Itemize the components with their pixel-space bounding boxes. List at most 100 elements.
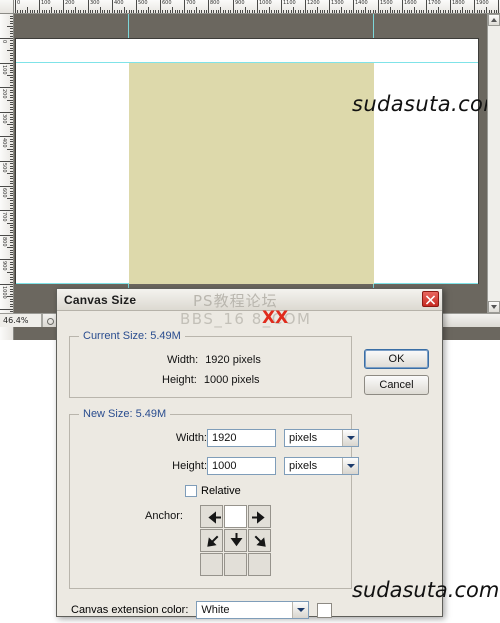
ruler-label: 1700: [428, 0, 441, 6]
ruler-tick: [10, 43, 13, 44]
ruler-tick: [206, 10, 207, 13]
ruler-tick: [10, 31, 13, 32]
anchor-middle-center[interactable]: [224, 529, 247, 552]
ruler-tick: [10, 58, 13, 59]
ruler-label: 700: [186, 0, 196, 6]
canvas-extension-color-swatch[interactable]: [317, 602, 333, 618]
ruler-tick: [278, 10, 279, 13]
ruler-tick: [109, 10, 110, 13]
ruler-label: 600: [162, 0, 172, 6]
chevron-down-icon[interactable]: [292, 602, 309, 618]
ruler-label: 1900: [476, 0, 489, 6]
ruler-label: 1400: [355, 0, 368, 6]
ruler-tick: [56, 10, 57, 13]
ruler-tick: [351, 10, 352, 13]
status-menu-button[interactable]: [42, 314, 55, 327]
ruler-tick: [191, 10, 192, 13]
ruler-label: 900: [1, 261, 7, 271]
ruler-tick: [25, 10, 26, 13]
close-icon[interactable]: [422, 291, 439, 307]
dialog-title-bar[interactable]: Canvas Size: [57, 289, 442, 311]
ok-button[interactable]: OK: [364, 349, 429, 369]
ruler-tick: [339, 10, 340, 13]
ruler-tick: [353, 0, 354, 13]
ruler-tick: [10, 40, 13, 41]
ruler-tick: [63, 0, 64, 13]
vertical-scrollbar[interactable]: [487, 14, 500, 313]
anchor-middle-right[interactable]: [248, 529, 271, 552]
ruler-tick: [114, 10, 115, 13]
ruler-tick: [10, 114, 13, 115]
ruler-tick: [10, 104, 13, 105]
anchor-top-left[interactable]: [200, 505, 223, 528]
ruler-tick: [443, 10, 444, 13]
horizontal-ruler[interactable]: 0 100 200 300 400 500 600 700 800 900 1000 1100 1200…: [14, 0, 500, 14]
ruler-tick: [10, 65, 13, 66]
ruler-tick: [97, 10, 98, 13]
ruler-label: 200: [65, 0, 75, 6]
ruler-tick: [0, 161, 13, 162]
ruler-tick: [0, 284, 13, 285]
anchor-bottom-left[interactable]: [200, 553, 223, 576]
ruler-label: 1200: [307, 0, 320, 6]
ruler-tick: [10, 279, 13, 280]
chevron-down-icon[interactable]: [342, 430, 358, 446]
width-unit-select[interactable]: pixels: [284, 429, 359, 447]
ruler-tick: [182, 10, 183, 13]
ruler-tick: [10, 213, 13, 214]
ruler-tick: [10, 200, 13, 201]
vertical-ruler[interactable]: 0 100 200 300 400 500 600 700 800 900 1000: [0, 14, 14, 340]
canvas-artboard[interactable]: [15, 38, 479, 284]
ruler-tick: [196, 7, 197, 13]
ruler-tick: [7, 198, 13, 199]
zoom-level-field[interactable]: 46.4%: [0, 314, 42, 327]
canvas-size-dialog: Canvas Size Current Size: 5.49M Width: 1…: [56, 288, 443, 619]
ruler-tick: [358, 10, 359, 13]
height-unit-select[interactable]: pixels: [284, 457, 359, 475]
width-unit-value: pixels: [289, 432, 318, 444]
ruler-tick: [88, 0, 89, 13]
ruler-tick: [208, 0, 209, 13]
ruler-tick: [10, 166, 13, 167]
ruler-tick: [10, 159, 13, 160]
ruler-tick: [390, 7, 391, 13]
ruler-tick: [10, 156, 13, 157]
anchor-middle-left[interactable]: [200, 529, 223, 552]
ruler-tick: [104, 10, 105, 13]
ruler-tick: [320, 10, 321, 13]
ruler-tick: [228, 10, 229, 13]
anchor-grid[interactable]: [200, 505, 271, 576]
relative-row[interactable]: Relative: [185, 485, 241, 497]
relative-checkbox[interactable]: [185, 485, 197, 497]
ruler-tick: [155, 10, 156, 13]
ruler-tick: [460, 10, 461, 13]
anchor-bottom-center[interactable]: [224, 553, 247, 576]
ruler-tick: [10, 33, 13, 34]
ruler-tick: [10, 48, 13, 49]
ruler-tick: [334, 10, 335, 13]
ruler-tick: [10, 306, 13, 307]
anchor-top-center[interactable]: [224, 505, 247, 528]
ruler-tick: [177, 10, 178, 13]
scroll-down-button[interactable]: [488, 301, 500, 313]
canvas-extension-select[interactable]: White: [196, 601, 310, 619]
ruler-tick: [129, 10, 130, 13]
width-input[interactable]: [207, 429, 276, 447]
ruler-tick: [172, 7, 173, 13]
ruler-label: 900: [235, 0, 245, 6]
chevron-down-icon[interactable]: [342, 458, 358, 474]
ruler-tick: [10, 195, 13, 196]
anchor-top-right[interactable]: [248, 505, 271, 528]
ruler-tick: [469, 10, 470, 13]
ruler-tick: [141, 10, 142, 13]
ruler-tick: [61, 10, 62, 13]
scroll-up-button[interactable]: [488, 14, 500, 26]
ruler-tick: [90, 10, 91, 13]
height-input[interactable]: [207, 457, 276, 475]
ruler-label: 1100: [283, 0, 296, 6]
anchor-bottom-right[interactable]: [248, 553, 271, 576]
ruler-tick: [445, 10, 446, 13]
cancel-button[interactable]: Cancel: [364, 375, 429, 395]
ruler-tick: [131, 10, 132, 13]
ruler-label: 0: [17, 0, 21, 6]
